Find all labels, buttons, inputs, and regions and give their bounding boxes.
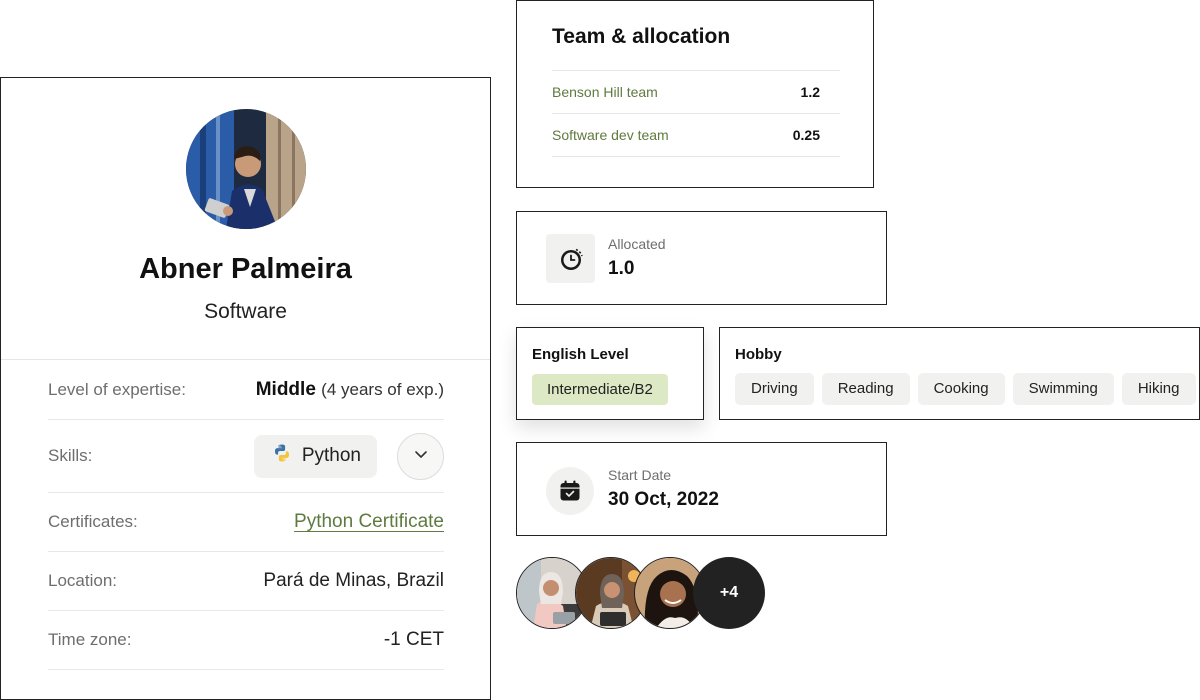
- expertise-row: Level of expertise: Middle (4 years of e…: [48, 360, 444, 420]
- chevron-down-icon: [413, 446, 429, 467]
- timezone-row: Time zone: -1 CET: [48, 611, 444, 670]
- team-title: Team & allocation: [552, 25, 731, 48]
- certificates-row: Certificates: Python Certificate: [48, 493, 444, 552]
- allocated-label: Allocated: [608, 236, 666, 252]
- hobby-label: Hobby: [735, 346, 782, 363]
- team-allocation-value: 1.2: [800, 84, 820, 100]
- calendar-icon: [546, 467, 594, 515]
- start-date-label: Start Date: [608, 467, 672, 483]
- timezone-label: Time zone:: [48, 630, 132, 649]
- profile-role: Software: [204, 300, 287, 323]
- hobby-chip: Reading: [821, 373, 910, 405]
- clock-icon: [546, 234, 595, 283]
- team-allocation-value: 0.25: [792, 127, 820, 143]
- location-row: Location: Pará de Minas, Brazil: [48, 552, 444, 611]
- hobby-chip: Swimming: [1012, 373, 1114, 405]
- skills-row: Skills: Python: [48, 420, 444, 493]
- timezone-value: -1 CET: [383, 629, 444, 650]
- skills-label: Skills:: [48, 446, 93, 465]
- profile-details: Level of expertise: Middle (4 years of e…: [48, 360, 444, 670]
- location-value: Pará de Minas, Brazil: [263, 570, 444, 591]
- more-members-button[interactable]: +4: [693, 557, 765, 629]
- english-level-badge: Intermediate/B2: [532, 374, 668, 405]
- team-table: Benson Hill team 1.2 Software dev team 0…: [552, 70, 840, 157]
- start-date-card: Start Date 30 Oct, 2022: [516, 442, 887, 536]
- hobby-chip: Cooking: [917, 373, 1005, 405]
- english-level-label: English Level: [532, 346, 629, 363]
- team-row: Benson Hill team 1.2: [552, 71, 840, 114]
- skill-chip-python[interactable]: Python: [253, 434, 377, 478]
- allocated-value: 1.0: [608, 258, 635, 279]
- certificate-link[interactable]: Python Certificate: [294, 511, 444, 533]
- expertise-value: Middle (4 years of exp.): [256, 379, 444, 401]
- hobby-chip: Driving: [735, 373, 814, 405]
- profile-avatar: [186, 109, 306, 229]
- team-allocation-card: Team & allocation Benson Hill team 1.2 S…: [516, 0, 874, 188]
- skills-controls: Python: [253, 432, 444, 480]
- profile-card: Abner Palmeira Software Level of experti…: [0, 77, 491, 700]
- team-name: Software dev team: [552, 127, 669, 143]
- skills-expand-button[interactable]: [397, 432, 444, 480]
- allocated-card: Allocated 1.0: [516, 211, 887, 305]
- profile-name: Abner Palmeira: [139, 253, 352, 285]
- start-date-value: 30 Oct, 2022: [608, 489, 719, 510]
- hobby-card: Hobby Driving Reading Cooking Swimming H…: [719, 327, 1200, 420]
- english-level-card: English Level Intermediate/B2: [516, 327, 704, 420]
- hobby-chip: Hiking: [1121, 373, 1196, 405]
- python-icon: [272, 443, 292, 469]
- team-name: Benson Hill team: [552, 84, 658, 100]
- expertise-label: Level of expertise:: [48, 379, 186, 399]
- certificates-label: Certificates:: [48, 512, 138, 531]
- skill-label: Python: [301, 445, 361, 466]
- team-row: Software dev team 0.25: [552, 114, 840, 157]
- expertise-level: Middle: [255, 378, 316, 400]
- hobby-list: Driving Reading Cooking Swimming Hiking: [735, 373, 1196, 405]
- location-label: Location:: [48, 571, 117, 590]
- expertise-note: (4 years of exp.): [321, 379, 444, 399]
